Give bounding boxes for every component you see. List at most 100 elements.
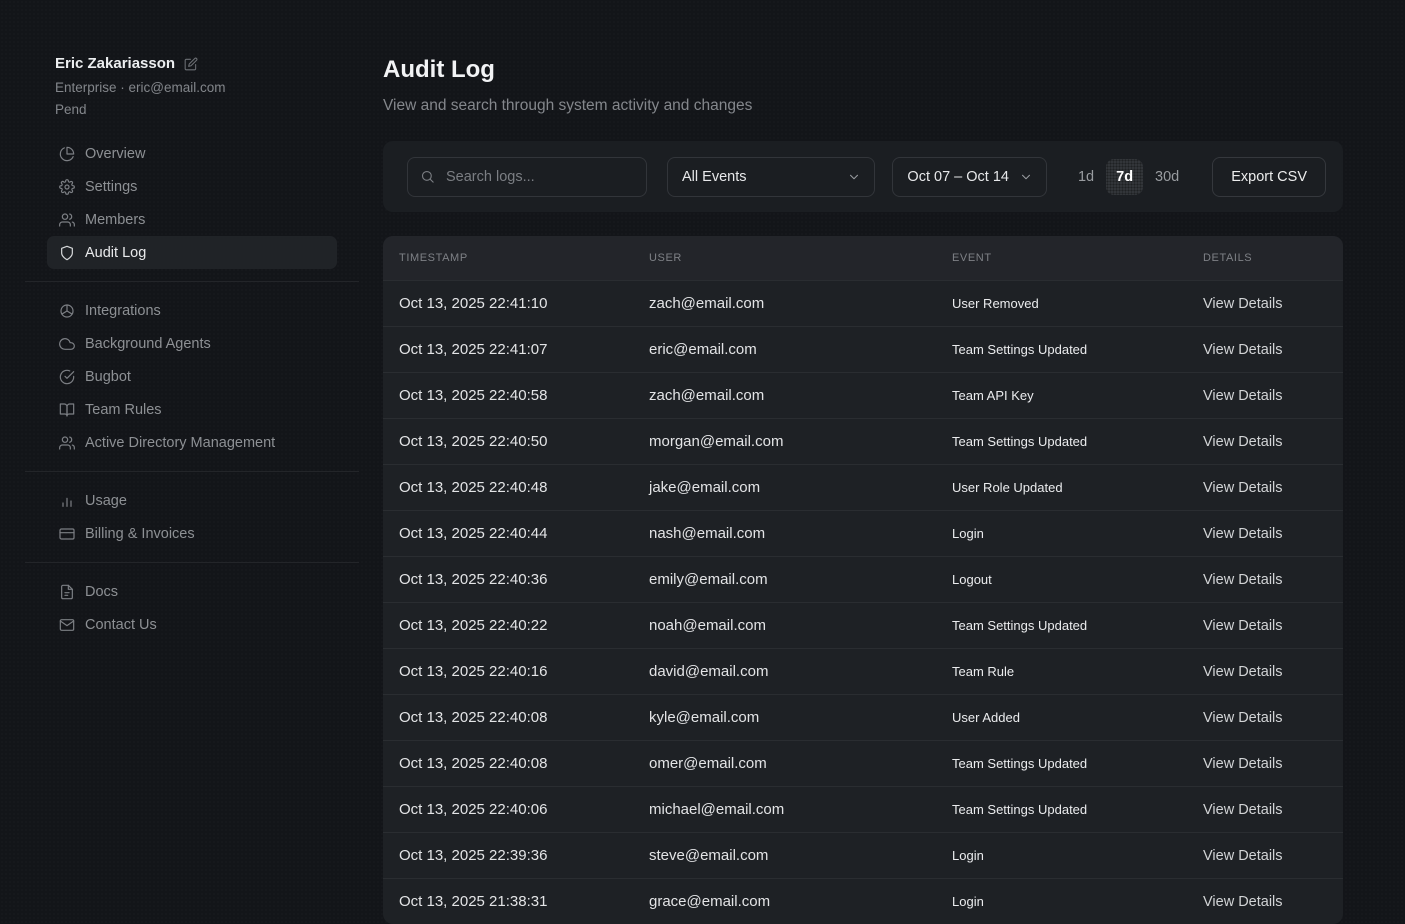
sidebar-item-billing-invoices[interactable]: Billing & Invoices	[47, 517, 337, 550]
page-title: Audit Log	[383, 56, 1343, 84]
table-row: Oct 13, 2025 22:40:50 morgan@email.com T…	[383, 418, 1343, 464]
cell-timestamp: Oct 13, 2025 22:40:08	[399, 755, 649, 772]
view-details-link[interactable]: View Details	[1203, 526, 1343, 542]
sidebar-item-label: Members	[85, 212, 145, 228]
book-icon	[59, 402, 75, 418]
view-details-link[interactable]: View Details	[1203, 480, 1343, 496]
filter-right-group: Oct 07 – Oct 14 1d7d30d Export CSV	[892, 157, 1326, 197]
user-plan: Enterprise · eric@email.com	[55, 79, 337, 97]
table-row: Oct 13, 2025 22:40:22 noah@email.com Tea…	[383, 602, 1343, 648]
cell-timestamp: Oct 13, 2025 22:40:48	[399, 479, 649, 496]
sidebar-item-settings[interactable]: Settings	[47, 170, 337, 203]
sidebar-item-label: Integrations	[85, 303, 161, 319]
view-details-link[interactable]: View Details	[1203, 618, 1343, 634]
view-details-link[interactable]: View Details	[1203, 848, 1343, 864]
cell-user: eric@email.com	[649, 341, 952, 358]
view-details-link[interactable]: View Details	[1203, 664, 1343, 680]
cell-timestamp: Oct 13, 2025 22:39:36	[399, 847, 649, 864]
sidebar-item-label: Overview	[85, 146, 145, 162]
pie-chart-icon	[59, 146, 75, 162]
cell-timestamp: Oct 13, 2025 22:40:58	[399, 387, 649, 404]
gear-icon	[59, 179, 75, 195]
range-preset-7d[interactable]: 7d	[1106, 159, 1143, 195]
view-details-link[interactable]: View Details	[1203, 342, 1343, 358]
range-preset-1d[interactable]: 1d	[1068, 159, 1104, 195]
sidebar-item-background-agents[interactable]: Background Agents	[47, 327, 337, 360]
sidebar-item-docs[interactable]: Docs	[47, 575, 337, 608]
cell-user: david@email.com	[649, 663, 952, 680]
view-details-link[interactable]: View Details	[1203, 710, 1343, 726]
sidebar-item-integrations[interactable]: Integrations	[47, 294, 337, 327]
view-details-link[interactable]: View Details	[1203, 296, 1343, 312]
cell-event: Team Settings Updated	[952, 434, 1203, 449]
cell-user: kyle@email.com	[649, 709, 952, 726]
sidebar-item-members[interactable]: Members	[47, 203, 337, 236]
integrations-icon	[59, 303, 75, 319]
view-details-link[interactable]: View Details	[1203, 802, 1343, 818]
view-details-link[interactable]: View Details	[1203, 894, 1343, 910]
file-icon	[59, 584, 75, 600]
table-row: Oct 13, 2025 22:39:36 steve@email.com Lo…	[383, 832, 1343, 878]
cell-user: zach@email.com	[649, 295, 952, 312]
sidebar-item-active-directory-management[interactable]: Active Directory Management	[47, 426, 337, 459]
cell-event: User Added	[952, 710, 1203, 725]
table-row: Oct 13, 2025 22:40:44 nash@email.com Log…	[383, 510, 1343, 556]
view-details-link[interactable]: View Details	[1203, 756, 1343, 772]
cloud-icon	[59, 336, 75, 352]
cell-user: jake@email.com	[649, 479, 952, 496]
sidebar-item-label: Docs	[85, 584, 118, 600]
sidebar-item-overview[interactable]: Overview	[47, 137, 337, 170]
cell-timestamp: Oct 13, 2025 22:40:06	[399, 801, 649, 818]
sidebar-item-label: Active Directory Management	[85, 435, 275, 451]
cell-user: grace@email.com	[649, 893, 952, 910]
table-row: Oct 13, 2025 22:40:16 david@email.com Te…	[383, 648, 1343, 694]
sidebar-item-label: Audit Log	[85, 245, 146, 261]
sidebar-item-label: Contact Us	[85, 617, 157, 633]
chevron-down-icon	[1019, 170, 1033, 184]
cell-event: Team Settings Updated	[952, 802, 1203, 817]
view-details-link[interactable]: View Details	[1203, 434, 1343, 450]
sidebar-divider	[25, 471, 359, 472]
sidebar-item-team-rules[interactable]: Team Rules	[47, 393, 337, 426]
table-row: Oct 13, 2025 22:40:08 kyle@email.com Use…	[383, 694, 1343, 740]
export-csv-button[interactable]: Export CSV	[1212, 157, 1326, 197]
audit-log-table: TIMESTAMP USER EVENT DETAILS Oct 13, 202…	[383, 236, 1343, 924]
filter-bar: All Events Oct 07 – Oct 14 1d7d30d Expor…	[383, 141, 1343, 212]
cell-timestamp: Oct 13, 2025 22:40:16	[399, 663, 649, 680]
table-row: Oct 13, 2025 22:41:10 zach@email.com Use…	[383, 280, 1343, 326]
sidebar-item-label: Settings	[85, 179, 137, 195]
sidebar-item-bugbot[interactable]: Bugbot	[47, 360, 337, 393]
bar-chart-icon	[59, 493, 75, 509]
date-range-button[interactable]: Oct 07 – Oct 14	[892, 157, 1047, 197]
event-filter-select[interactable]: All Events	[667, 157, 875, 197]
sidebar-divider	[25, 562, 359, 563]
cell-user: nash@email.com	[649, 525, 952, 542]
credit-card-icon	[59, 526, 75, 542]
members-icon	[59, 212, 75, 228]
table-body: Oct 13, 2025 22:41:10 zach@email.com Use…	[383, 280, 1343, 924]
sidebar-item-contact-us[interactable]: Contact Us	[47, 608, 337, 641]
cell-timestamp: Oct 13, 2025 22:40:22	[399, 617, 649, 634]
check-circle-icon	[59, 369, 75, 385]
sidebar-item-audit-log[interactable]: Audit Log	[47, 236, 337, 269]
cell-timestamp: Oct 13, 2025 22:40:50	[399, 433, 649, 450]
search-box[interactable]	[407, 157, 647, 197]
view-details-link[interactable]: View Details	[1203, 388, 1343, 404]
sidebar-item-label: Team Rules	[85, 402, 162, 418]
view-details-link[interactable]: View Details	[1203, 572, 1343, 588]
cell-event: User Removed	[952, 296, 1203, 311]
user-block: Eric Zakariasson Enterprise · eric@email…	[47, 54, 337, 119]
table-row: Oct 13, 2025 21:38:31 grace@email.com Lo…	[383, 878, 1343, 924]
search-icon	[420, 169, 435, 184]
table-row: Oct 13, 2025 22:41:07 eric@email.com Tea…	[383, 326, 1343, 372]
event-filter-value: All Events	[682, 169, 746, 185]
edit-profile-button[interactable]	[184, 57, 198, 71]
sidebar-item-label: Background Agents	[85, 336, 211, 352]
search-input[interactable]	[446, 169, 634, 185]
table-row: Oct 13, 2025 22:40:48 jake@email.com Use…	[383, 464, 1343, 510]
sidebar-nav: Overview Settings Members Audit Log Inte…	[47, 137, 337, 641]
sidebar-item-label: Billing & Invoices	[85, 526, 195, 542]
cell-event: Login	[952, 526, 1203, 541]
sidebar-item-usage[interactable]: Usage	[47, 484, 337, 517]
range-preset-30d[interactable]: 30d	[1145, 159, 1189, 195]
